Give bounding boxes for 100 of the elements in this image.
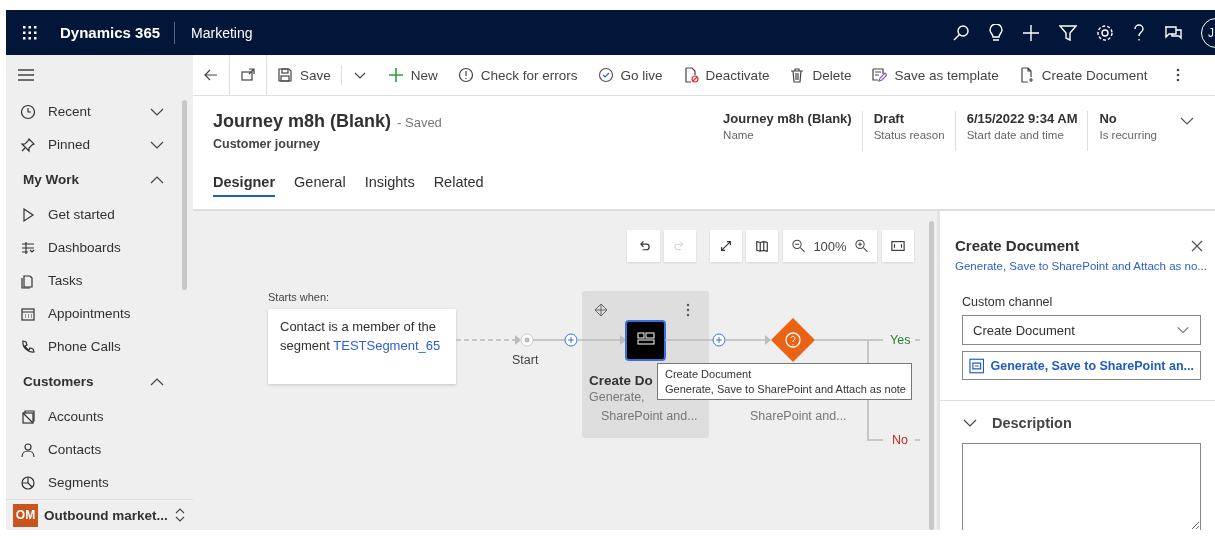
segment-link[interactable]: TESTSegment_65 <box>333 338 441 353</box>
add-step-icon[interactable] <box>564 333 578 347</box>
field-value: Journey m8h (Blank) <box>723 111 852 126</box>
start-node-icon <box>520 333 534 347</box>
clock-icon <box>20 103 36 120</box>
record-title: Journey m8h (Blank) <box>213 111 392 131</box>
field-label: Status reason <box>873 129 945 141</box>
field-label: Custom channel <box>962 295 1054 309</box>
lightbulb-icon[interactable] <box>989 23 1003 42</box>
plus-icon[interactable] <box>1022 23 1040 42</box>
nav-item[interactable]: Appointments <box>48 306 165 321</box>
fit-button[interactable] <box>882 230 914 262</box>
connector-line <box>914 339 921 341</box>
expand-button[interactable] <box>710 230 742 262</box>
field-label: Is recurring <box>1099 129 1157 141</box>
zoom-level: 100% <box>813 238 847 254</box>
move-icon[interactable] <box>594 303 608 317</box>
area-badge[interactable]: OM <box>13 503 38 527</box>
command-button[interactable]: Create Document <box>1008 65 1158 85</box>
description-field[interactable] <box>962 443 1201 530</box>
connector-line <box>532 339 566 341</box>
more-icon[interactable] <box>686 303 690 317</box>
nav-item[interactable]: Get started <box>48 207 165 222</box>
nav-item[interactable]: Contacts <box>48 442 165 457</box>
nav-item[interactable]: Pinned <box>48 137 137 152</box>
document-add-icon <box>1018 67 1035 83</box>
help-icon[interactable] <box>1133 23 1145 42</box>
close-icon[interactable] <box>1191 239 1203 252</box>
field-value: 6/15/2022 9:34 AM <box>966 111 1078 126</box>
settings-icon[interactable] <box>1096 23 1114 42</box>
zoom-out-icon[interactable] <box>792 239 806 253</box>
tab[interactable]: Designer <box>213 173 276 197</box>
calendar-icon <box>20 305 36 322</box>
plus-icon <box>387 67 404 83</box>
nav-item[interactable]: Accounts <box>48 409 165 424</box>
tab[interactable]: Related <box>433 173 484 197</box>
scrollbar[interactable] <box>929 221 934 530</box>
panel-subtitle-link[interactable]: Generate, Save to SharePoint and Attach as no... <box>955 260 1215 272</box>
pin-icon <box>20 136 36 153</box>
branch-label: Yes <box>890 333 911 347</box>
condition-description: SharePoint and... <box>750 409 847 423</box>
dashboard-icon <box>20 239 36 256</box>
checkmark-icon <box>597 67 614 83</box>
tooltip-text: Generate, Save to SharePoint and Attach as note <box>665 382 904 397</box>
app-launcher-icon[interactable] <box>23 25 37 40</box>
channel-dropdown[interactable]: Create Document <box>962 315 1201 345</box>
connector-line <box>914 439 921 441</box>
connector-line <box>455 335 521 345</box>
trigger-card[interactable]: Contact is a member of the segment TESTSegment_65 <box>268 309 456 384</box>
command-button[interactable]: Delete <box>779 65 862 85</box>
section-title[interactable]: Description <box>992 415 1072 431</box>
filter-icon[interactable] <box>1059 23 1077 42</box>
save-status: - Saved <box>397 115 442 130</box>
tile-description: Generate, <box>589 390 645 404</box>
branch-label: No <box>892 433 908 447</box>
tile-description: SharePoint and... <box>601 409 698 423</box>
search-icon[interactable] <box>952 23 970 42</box>
document-block-icon <box>682 67 699 83</box>
group-header[interactable]: My Work <box>23 172 149 187</box>
connector-line <box>576 335 626 345</box>
field-value: Draft <box>873 111 906 126</box>
zoom-in-icon[interactable] <box>854 239 868 253</box>
play-icon <box>20 206 36 223</box>
save-icon <box>277 67 293 83</box>
app-name[interactable]: Dynamics 365 <box>54 21 176 44</box>
command-button[interactable]: Deactivate <box>672 65 780 85</box>
nav-item[interactable]: Phone Calls <box>48 339 165 354</box>
command-button[interactable]: New <box>377 65 448 85</box>
nav-item[interactable]: Dashboards <box>48 240 165 255</box>
undo-button[interactable] <box>627 230 660 262</box>
popout-icon <box>240 67 256 83</box>
nav-item[interactable]: Recent <box>48 104 137 119</box>
scrollbar[interactable] <box>182 100 187 290</box>
chat-icon[interactable] <box>1164 23 1182 42</box>
panel-title: Create Document <box>955 237 1081 254</box>
tooltip-title: Create Document <box>665 367 753 382</box>
command-button[interactable]: Save as template <box>861 65 1009 85</box>
segments-icon <box>20 474 36 491</box>
group-header[interactable]: Customers <box>23 374 149 389</box>
command-button[interactable]: Save <box>267 65 341 85</box>
menu-icon[interactable] <box>18 69 34 81</box>
command-button[interactable]: Go live <box>587 65 673 85</box>
add-step-icon[interactable] <box>712 333 726 347</box>
nav-item[interactable]: Segments <box>48 475 165 490</box>
command-button[interactable]: Check for errors <box>447 65 588 85</box>
tab[interactable]: General <box>294 173 346 197</box>
link-button[interactable]: Generate, Save to SharePoint an... <box>962 351 1201 380</box>
zoom-control[interactable]: 100% <box>783 230 877 262</box>
document-action-node[interactable] <box>625 320 666 361</box>
start-label: Start <box>512 353 539 367</box>
person-icon <box>20 441 36 458</box>
up-down-chevron-icon[interactable] <box>173 507 186 523</box>
tab[interactable]: Insights <box>364 173 415 197</box>
minimap-button[interactable] <box>746 230 778 262</box>
nav-item[interactable]: Tasks <box>48 273 165 288</box>
area-switcher[interactable]: Outbound market... <box>44 507 168 523</box>
field-label: Name <box>723 129 755 141</box>
more-icon[interactable] <box>1175 67 1180 83</box>
condition-node[interactable] <box>771 318 815 362</box>
field-value: No <box>1099 111 1118 126</box>
